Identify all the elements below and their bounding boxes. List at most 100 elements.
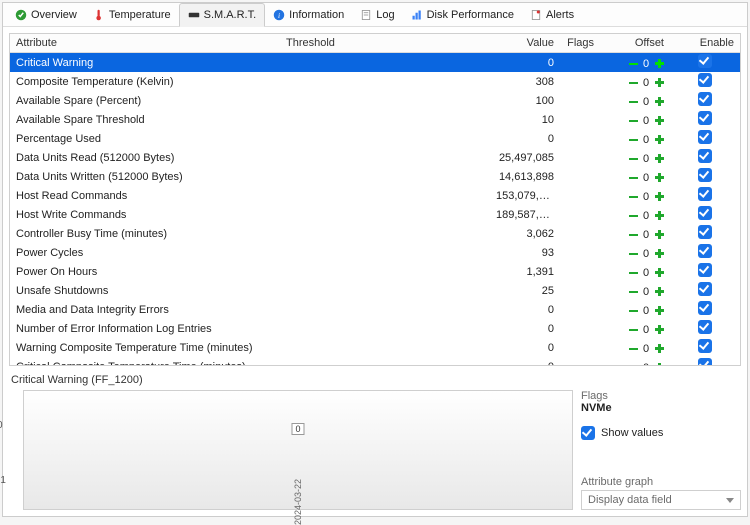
- offset-plus-button[interactable]: [654, 212, 664, 220]
- offset-plus-button[interactable]: [654, 117, 664, 125]
- offset-value: 0: [641, 362, 651, 367]
- col-threshold[interactable]: Threshold: [280, 34, 490, 53]
- offset-minus-button[interactable]: [628, 231, 638, 239]
- enable-checkbox[interactable]: [698, 111, 712, 125]
- offset-plus-button[interactable]: [654, 193, 664, 201]
- table-row[interactable]: Unsafe Shutdowns250: [10, 281, 740, 300]
- offset-plus-button[interactable]: [654, 326, 664, 334]
- offset-minus-button[interactable]: [628, 269, 638, 277]
- enable-checkbox[interactable]: [698, 73, 712, 87]
- enable-checkbox[interactable]: [698, 168, 712, 182]
- cell-value: 1,391: [490, 262, 560, 281]
- col-enable[interactable]: Enable: [670, 34, 740, 53]
- minus-icon: [629, 291, 638, 293]
- table-row[interactable]: Power Cycles930: [10, 243, 740, 262]
- offset-minus-button[interactable]: [628, 155, 638, 163]
- offset-minus-button[interactable]: [628, 193, 638, 201]
- tab-disk-performance[interactable]: Disk Performance: [403, 3, 522, 27]
- table-row[interactable]: Warning Composite Temperature Time (minu…: [10, 338, 740, 357]
- offset-plus-button[interactable]: [654, 60, 664, 68]
- offset-minus-button[interactable]: [628, 79, 638, 87]
- offset-minus-button[interactable]: [628, 98, 638, 106]
- col-attribute[interactable]: Attribute: [10, 34, 280, 53]
- col-offset[interactable]: Offset: [600, 34, 670, 53]
- enable-checkbox[interactable]: [698, 282, 712, 296]
- offset-minus-button[interactable]: [628, 212, 638, 220]
- tab-alerts[interactable]: Alerts: [522, 3, 582, 27]
- cell-threshold: [280, 72, 490, 91]
- offset-minus-button[interactable]: [628, 326, 638, 334]
- table-row[interactable]: Critical Warning00: [10, 53, 740, 73]
- offset-minus-button[interactable]: [628, 288, 638, 296]
- enable-checkbox[interactable]: [698, 187, 712, 201]
- enable-checkbox[interactable]: [698, 301, 712, 315]
- table-row[interactable]: Power On Hours1,3910: [10, 262, 740, 281]
- attribute-graph[interactable]: 0 2024-03-22: [23, 390, 573, 510]
- tab-log[interactable]: Log: [352, 3, 402, 27]
- offset-value: 0: [641, 191, 651, 203]
- enable-checkbox[interactable]: [698, 206, 712, 220]
- table-row[interactable]: Media and Data Integrity Errors00: [10, 300, 740, 319]
- offset-plus-button[interactable]: [654, 364, 664, 367]
- table-row[interactable]: Number of Error Information Log Entries0…: [10, 319, 740, 338]
- enable-checkbox[interactable]: [698, 92, 712, 106]
- offset-minus-button[interactable]: [628, 250, 638, 258]
- offset-plus-button[interactable]: [654, 269, 664, 277]
- table-row[interactable]: Data Units Read (512000 Bytes)25,497,085…: [10, 148, 740, 167]
- col-flags[interactable]: Flags: [560, 34, 600, 53]
- offset-minus-button[interactable]: [628, 364, 638, 367]
- table-row[interactable]: Available Spare Threshold100: [10, 110, 740, 129]
- cell-flags: [560, 53, 600, 73]
- offset-plus-button[interactable]: [654, 174, 664, 182]
- cell-enable: [670, 300, 740, 319]
- cell-enable: [670, 110, 740, 129]
- enable-checkbox[interactable]: [698, 130, 712, 144]
- tab-overview[interactable]: Overview: [7, 3, 85, 27]
- cell-flags: [560, 91, 600, 110]
- table-row[interactable]: Critical Composite Temperature Time (min…: [10, 357, 740, 366]
- enable-checkbox[interactable]: [698, 54, 712, 68]
- display-field-dropdown[interactable]: Display data field: [581, 490, 741, 510]
- enable-checkbox[interactable]: [698, 149, 712, 163]
- offset-plus-button[interactable]: [654, 155, 664, 163]
- table-row[interactable]: Data Units Written (512000 Bytes)14,613,…: [10, 167, 740, 186]
- offset-minus-button[interactable]: [628, 117, 638, 125]
- performance-icon: [411, 9, 423, 21]
- enable-checkbox[interactable]: [698, 225, 712, 239]
- dropdown-value: Display data field: [588, 494, 672, 506]
- offset-plus-button[interactable]: [654, 231, 664, 239]
- enable-checkbox[interactable]: [698, 358, 712, 366]
- cell-threshold: [280, 262, 490, 281]
- show-values-checkbox[interactable]: [581, 426, 595, 440]
- cell-offset: 0: [600, 300, 670, 319]
- table-row[interactable]: Host Read Commands153,079,4010: [10, 186, 740, 205]
- offset-minus-button[interactable]: [628, 307, 638, 315]
- enable-checkbox[interactable]: [698, 320, 712, 334]
- tab-temperature[interactable]: Temperature: [85, 3, 179, 27]
- table-row[interactable]: Percentage Used00: [10, 129, 740, 148]
- enable-checkbox[interactable]: [698, 244, 712, 258]
- offset-minus-button[interactable]: [628, 345, 638, 353]
- table-row[interactable]: Controller Busy Time (minutes)3,0620: [10, 224, 740, 243]
- offset-minus-button[interactable]: [628, 174, 638, 182]
- offset-plus-button[interactable]: [654, 79, 664, 87]
- offset-minus-button[interactable]: [628, 136, 638, 144]
- offset-minus-button[interactable]: [628, 60, 638, 68]
- offset-plus-button[interactable]: [654, 345, 664, 353]
- offset-plus-button[interactable]: [654, 307, 664, 315]
- plus-icon: [655, 59, 664, 68]
- tab-information[interactable]: i Information: [265, 3, 352, 27]
- offset-plus-button[interactable]: [654, 288, 664, 296]
- cell-value: 10: [490, 110, 560, 129]
- offset-plus-button[interactable]: [654, 98, 664, 106]
- table-row[interactable]: Composite Temperature (Kelvin)3080: [10, 72, 740, 91]
- offset-plus-button[interactable]: [654, 136, 664, 144]
- table-row[interactable]: Available Spare (Percent)1000: [10, 91, 740, 110]
- enable-checkbox[interactable]: [698, 263, 712, 277]
- cell-flags: [560, 72, 600, 91]
- table-row[interactable]: Host Write Commands189,587,3790: [10, 205, 740, 224]
- tab-smart[interactable]: S.M.A.R.T.: [179, 3, 266, 27]
- enable-checkbox[interactable]: [698, 339, 712, 353]
- offset-plus-button[interactable]: [654, 250, 664, 258]
- col-value[interactable]: Value: [490, 34, 560, 53]
